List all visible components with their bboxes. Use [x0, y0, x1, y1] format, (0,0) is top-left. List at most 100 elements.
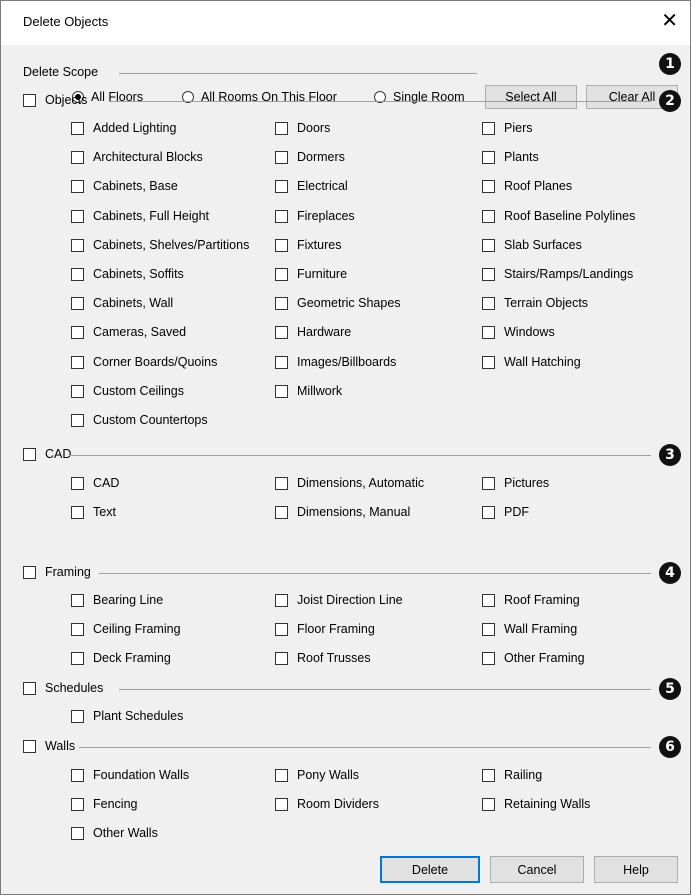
checkbox-dimensions-manual[interactable]: Dimensions, Manual	[275, 505, 410, 519]
checkbox-text[interactable]: Text	[71, 505, 116, 519]
checkbox-label: Roof Baseline Polylines	[504, 209, 636, 223]
checkbox-furniture[interactable]: Furniture	[275, 267, 347, 281]
checkbox-foundation-walls[interactable]: Foundation Walls	[71, 768, 189, 782]
checkbox-stairs-ramps-landings[interactable]: Stairs/Ramps/Landings	[482, 267, 633, 281]
checkbox-label: Text	[93, 505, 116, 519]
scope-divider	[119, 73, 477, 74]
checkbox-piers[interactable]: Piers	[482, 121, 532, 135]
callout-badge-6: 6	[659, 736, 681, 758]
checkbox-fencing[interactable]: Fencing	[71, 797, 137, 811]
checkbox-wall-hatching[interactable]: Wall Hatching	[482, 355, 581, 369]
checkbox-label: Plant Schedules	[93, 709, 184, 723]
checkbox-custom-ceilings[interactable]: Custom Ceilings	[71, 384, 184, 398]
checkbox-box	[482, 768, 495, 782]
section-checkbox-cad[interactable]: CAD	[23, 447, 71, 461]
checkbox-box	[482, 121, 495, 135]
checkbox-box	[71, 505, 84, 519]
checkbox-bearing-line[interactable]: Bearing Line	[71, 593, 163, 607]
checkbox-cabinets-base[interactable]: Cabinets, Base	[71, 179, 178, 193]
checkbox-cabinets-shelves-partitions[interactable]: Cabinets, Shelves/Partitions	[71, 238, 249, 252]
checkbox-label: Joist Direction Line	[297, 593, 403, 607]
checkbox-box	[71, 413, 84, 427]
checkbox-added-lighting[interactable]: Added Lighting	[71, 121, 176, 135]
select-all-button[interactable]: Select All	[485, 85, 577, 109]
checkbox-box	[275, 651, 288, 665]
checkbox-windows[interactable]: Windows	[482, 325, 555, 339]
delete-button[interactable]: Delete	[380, 856, 480, 883]
section-divider	[79, 747, 651, 748]
section-checkbox-schedules[interactable]: Schedules	[23, 681, 103, 695]
checkbox-cameras-saved[interactable]: Cameras, Saved	[71, 325, 186, 339]
checkbox-box	[71, 325, 84, 339]
checkbox-box	[23, 739, 36, 753]
checkbox-box	[482, 505, 495, 519]
checkbox-wall-framing[interactable]: Wall Framing	[482, 622, 577, 636]
checkbox-dimensions-automatic[interactable]: Dimensions, Automatic	[275, 476, 424, 490]
checkbox-doors[interactable]: Doors	[275, 121, 330, 135]
checkbox-roof-framing[interactable]: Roof Framing	[482, 593, 580, 607]
checkbox-floor-framing[interactable]: Floor Framing	[275, 622, 375, 636]
callout-badge-2: 2	[659, 90, 681, 112]
checkbox-roof-trusses[interactable]: Roof Trusses	[275, 651, 371, 665]
checkbox-room-dividers[interactable]: Room Dividers	[275, 797, 379, 811]
checkbox-slab-surfaces[interactable]: Slab Surfaces	[482, 238, 582, 252]
checkbox-label: Schedules	[45, 681, 104, 695]
checkbox-box	[71, 296, 84, 310]
callout-badge-1: 1	[659, 53, 681, 75]
section-checkbox-walls[interactable]: Walls	[23, 739, 75, 753]
checkbox-railing[interactable]: Railing	[482, 768, 542, 782]
checkbox-box	[275, 121, 288, 135]
checkbox-cad[interactable]: CAD	[71, 476, 119, 490]
checkbox-cabinets-full-height[interactable]: Cabinets, Full Height	[71, 209, 209, 223]
callout-badge-4: 4	[659, 562, 681, 584]
cancel-button[interactable]: Cancel	[490, 856, 584, 883]
checkbox-box	[71, 384, 84, 398]
checkbox-label: Slab Surfaces	[504, 238, 582, 252]
checkbox-corner-boards-quoins[interactable]: Corner Boards/Quoins	[71, 355, 217, 369]
checkbox-label: Architectural Blocks	[93, 150, 203, 164]
checkbox-box	[71, 150, 84, 164]
section-checkbox-framing[interactable]: Framing	[23, 565, 91, 579]
checkbox-hardware[interactable]: Hardware	[275, 325, 351, 339]
checkbox-box	[482, 651, 495, 665]
checkbox-architectural-blocks[interactable]: Architectural Blocks	[71, 150, 203, 164]
section-checkbox-objects[interactable]: Objects	[23, 93, 87, 107]
checkbox-label: Roof Framing	[504, 593, 580, 607]
checkbox-deck-framing[interactable]: Deck Framing	[71, 651, 171, 665]
checkbox-box	[482, 476, 495, 490]
section-divider	[99, 573, 651, 574]
checkbox-label: Custom Ceilings	[93, 384, 185, 398]
close-icon[interactable]: ✕	[661, 11, 678, 31]
checkbox-dormers[interactable]: Dormers	[275, 150, 345, 164]
checkbox-label: Floor Framing	[297, 622, 375, 636]
checkbox-pdf[interactable]: PDF	[482, 505, 529, 519]
checkbox-ceiling-framing[interactable]: Ceiling Framing	[71, 622, 181, 636]
checkbox-electrical[interactable]: Electrical	[275, 179, 348, 193]
checkbox-cabinets-soffits[interactable]: Cabinets, Soffits	[71, 267, 184, 281]
checkbox-fireplaces[interactable]: Fireplaces	[275, 209, 355, 223]
checkbox-geometric-shapes[interactable]: Geometric Shapes	[275, 296, 401, 310]
checkbox-plant-schedules[interactable]: Plant Schedules	[71, 709, 183, 723]
checkbox-pony-walls[interactable]: Pony Walls	[275, 768, 359, 782]
checkbox-box	[71, 179, 84, 193]
checkbox-label: Plants	[504, 150, 539, 164]
checkbox-other-framing[interactable]: Other Framing	[482, 651, 585, 665]
checkbox-plants[interactable]: Plants	[482, 150, 539, 164]
checkbox-cabinets-wall[interactable]: Cabinets, Wall	[71, 296, 173, 310]
checkbox-roof-planes[interactable]: Roof Planes	[482, 179, 572, 193]
checkbox-label: Electrical	[297, 179, 348, 193]
checkbox-terrain-objects[interactable]: Terrain Objects	[482, 296, 588, 310]
checkbox-millwork[interactable]: Millwork	[275, 384, 342, 398]
checkbox-retaining-walls[interactable]: Retaining Walls	[482, 797, 590, 811]
checkbox-joist-direction-line[interactable]: Joist Direction Line	[275, 593, 403, 607]
help-button[interactable]: Help	[594, 856, 678, 883]
checkbox-label: Other Walls	[93, 826, 158, 840]
checkbox-fixtures[interactable]: Fixtures	[275, 238, 341, 252]
checkbox-other-walls[interactable]: Other Walls	[71, 826, 158, 840]
checkbox-pictures[interactable]: Pictures	[482, 476, 549, 490]
checkbox-images-billboards[interactable]: Images/Billboards	[275, 355, 396, 369]
checkbox-custom-countertops[interactable]: Custom Countertops	[71, 413, 208, 427]
checkbox-box	[482, 622, 495, 636]
title-bar: Delete Objects ✕	[1, 1, 690, 45]
checkbox-roof-baseline-polylines[interactable]: Roof Baseline Polylines	[482, 209, 635, 223]
